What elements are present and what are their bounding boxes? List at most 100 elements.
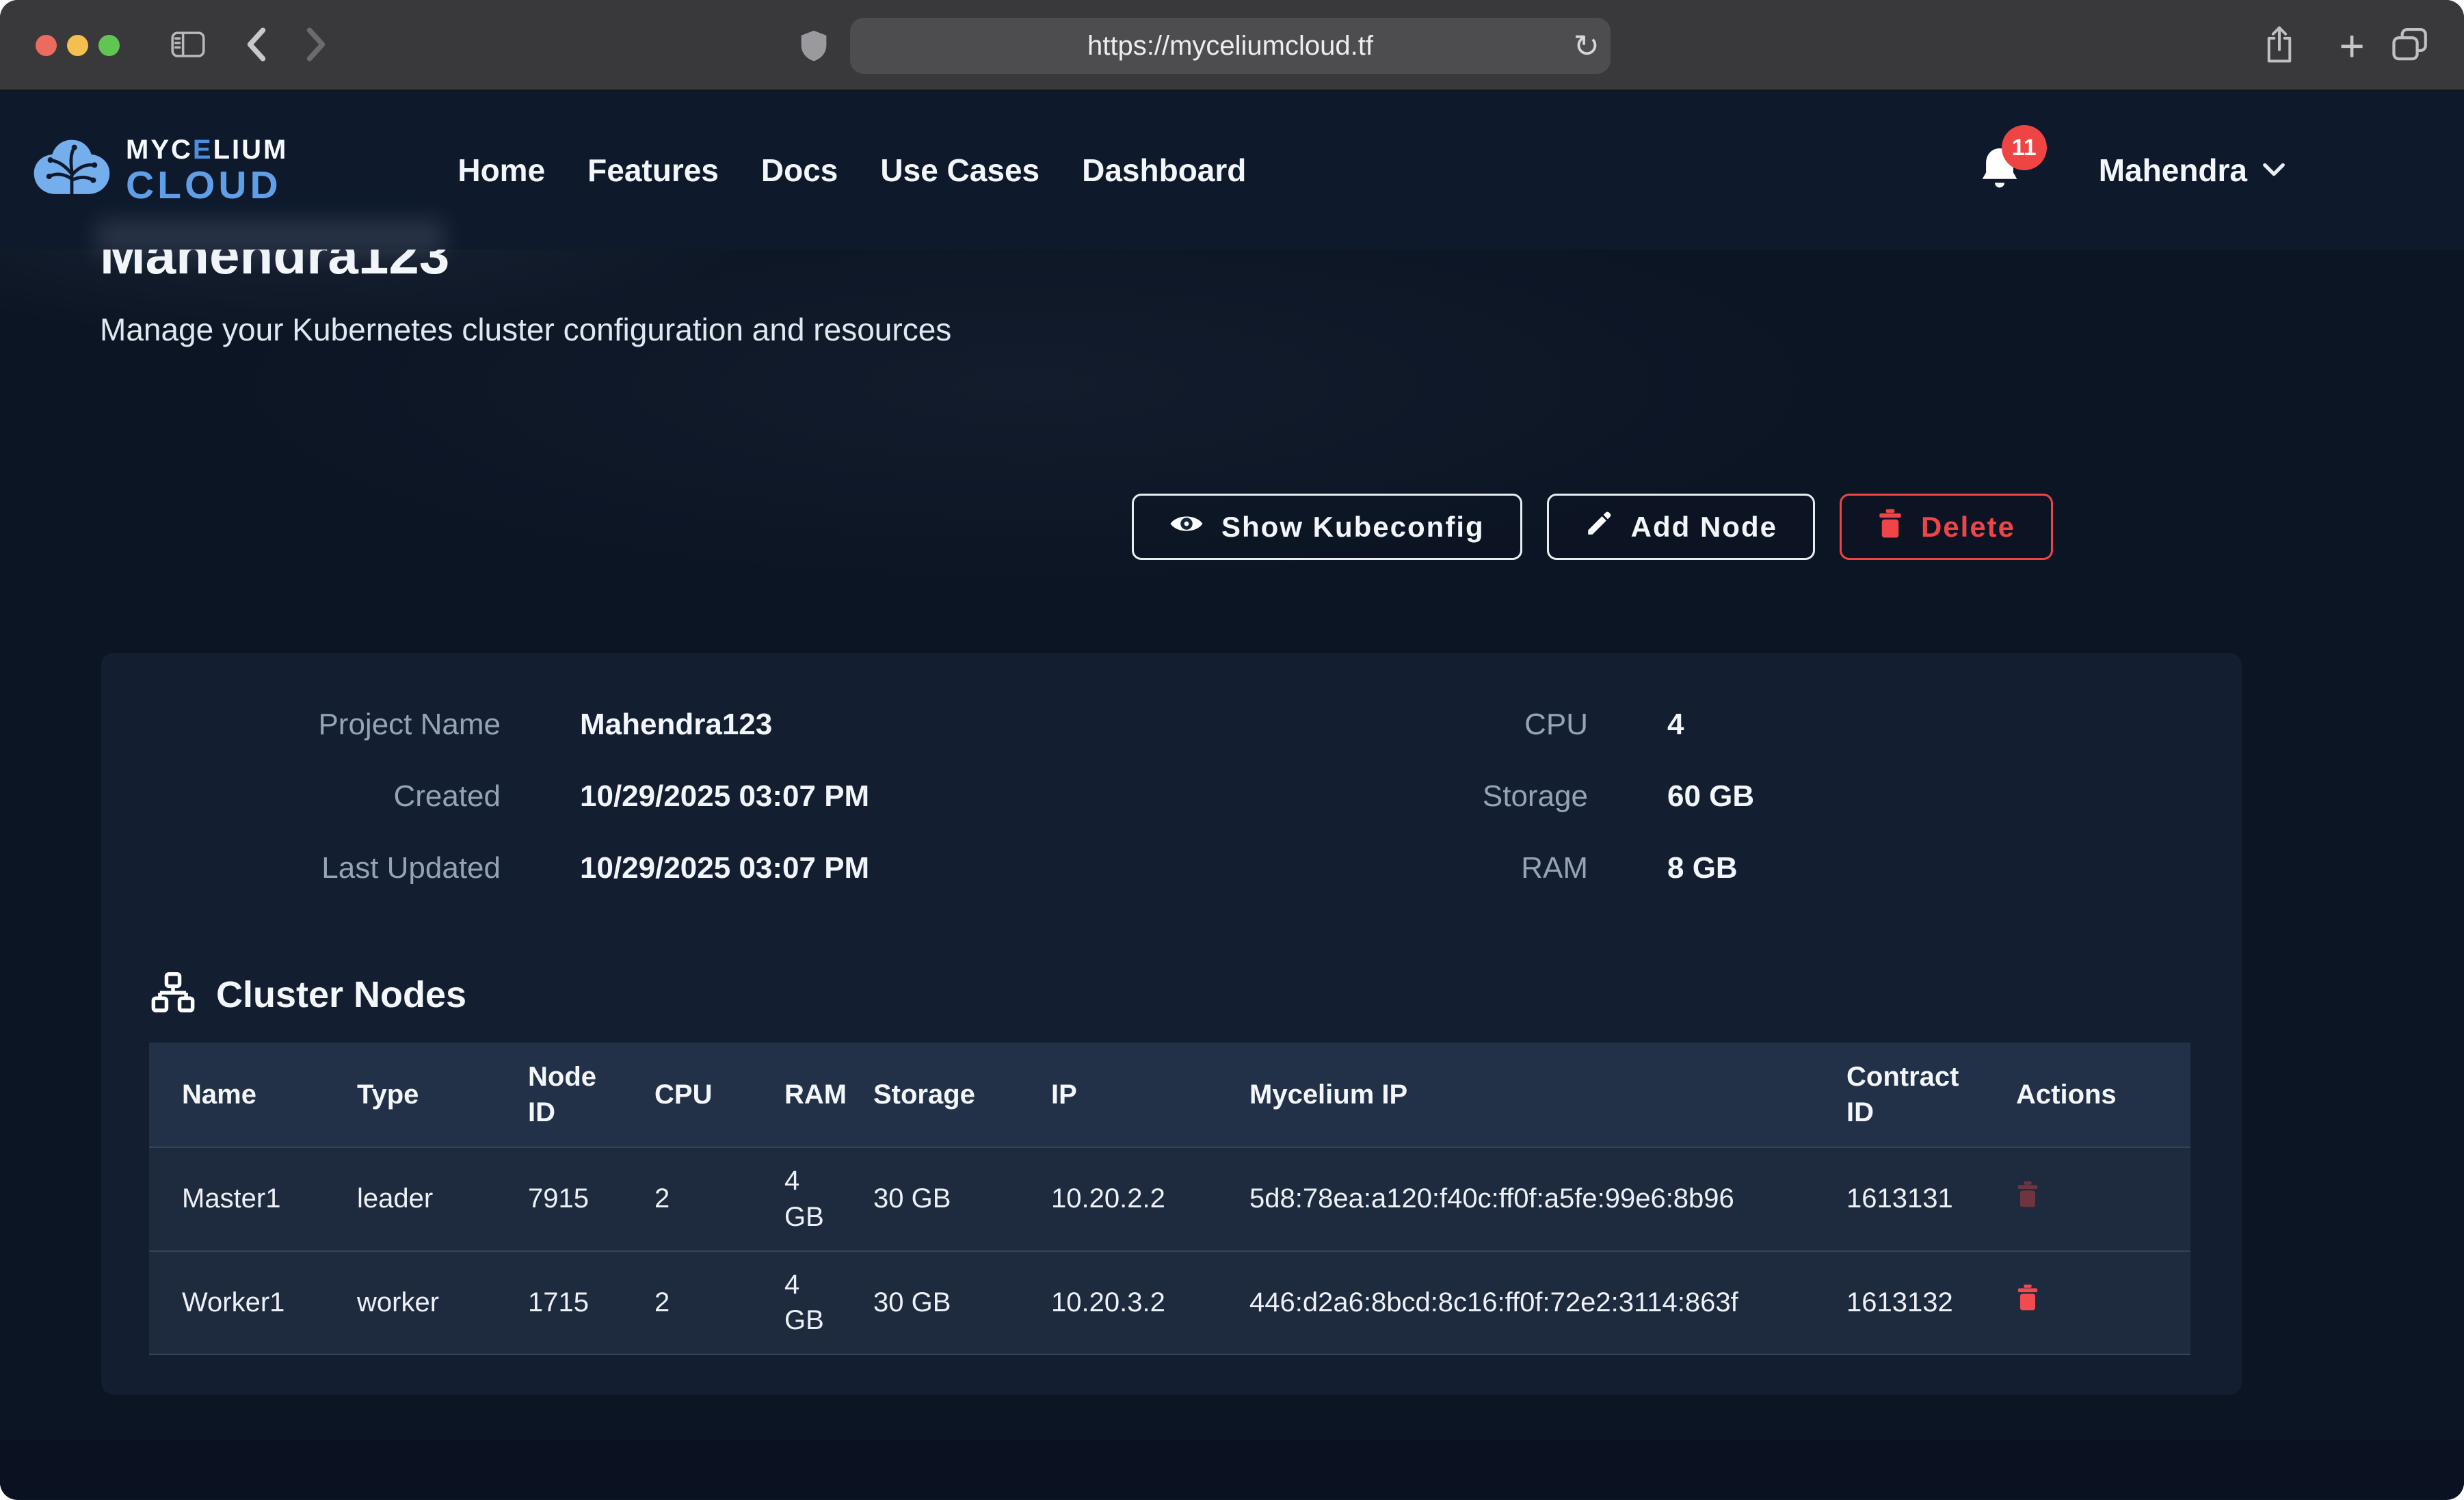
column-header-cpu: CPU [638, 1043, 768, 1147]
cell-node-id: 1715 [512, 1251, 638, 1355]
details-right-column: CPU 4 Storage 60 GB RAM 8 GB [1212, 688, 2242, 904]
forward-button[interactable] [295, 0, 336, 91]
detail-row: Last Updated 10/29/2025 03:07 PM [145, 832, 1212, 904]
brand-line1: MYCELIUM [126, 136, 288, 163]
detail-row: CPU 4 [1212, 688, 2242, 760]
column-header-ip: IP [1035, 1043, 1233, 1147]
cell-type: worker [341, 1251, 512, 1355]
detail-value: 8 GB [1667, 851, 1738, 885]
add-node-button[interactable]: Add Node [1547, 494, 1815, 560]
cluster-actions-row: Show Kubeconfig Add Node [1132, 494, 2053, 560]
cell-ram: 4 GB [768, 1147, 857, 1251]
browser-window: https://myceliumcloud.tf ↻ + [0, 0, 2464, 1500]
notification-badge: 11 [2002, 125, 2047, 170]
detail-row: Storage 60 GB [1212, 760, 2242, 832]
nav-link-use-cases[interactable]: Use Cases [880, 152, 1039, 189]
add-node-label: Add Node [1631, 511, 1777, 544]
nav-link-home[interactable]: Home [458, 152, 545, 189]
notification-bell[interactable]: 11 [1978, 146, 2022, 195]
detail-label: Project Name [145, 708, 501, 742]
cell-storage: 30 GB [857, 1251, 1035, 1355]
cluster-nodes-heading: Cluster Nodes [150, 972, 2242, 1017]
column-header-actions: Actions [2000, 1043, 2190, 1147]
chevron-right-icon [304, 27, 328, 64]
chevron-down-icon [2262, 162, 2286, 179]
page-background: Mahendra123 Manage your Kubernetes clust… [0, 91, 2464, 1499]
row-delete-button[interactable] [2016, 1181, 2039, 1210]
column-header-node-id: Node ID [512, 1043, 638, 1147]
detail-row: Created 10/29/2025 03:07 PM [145, 760, 1212, 832]
bell-icon [1978, 185, 2021, 196]
trash-icon [2016, 1303, 2039, 1313]
detail-label: CPU [1212, 708, 1588, 742]
brand-logo[interactable]: MYCELIUM CLOUD [31, 136, 288, 205]
detail-value: 10/29/2025 03:07 PM [580, 851, 869, 885]
nav-links: Home Features Docs Use Cases Dashboard [458, 152, 1246, 189]
chevron-left-icon [245, 27, 268, 64]
detail-row: Project Name Mahendra123 [145, 688, 1212, 760]
brand-line2: CLOUD [126, 166, 288, 205]
sidebar-toggle-button[interactable] [164, 0, 212, 91]
nav-link-docs[interactable]: Docs [761, 152, 838, 189]
cloud-logo-icon [31, 136, 112, 205]
share-button[interactable] [2255, 0, 2303, 91]
minimize-window-button[interactable] [67, 35, 88, 56]
column-header-mycelium-ip: Mycelium IP [1233, 1043, 1830, 1147]
detail-row: RAM 8 GB [1212, 832, 2242, 904]
site-navbar: MYCELIUM CLOUD Home Features Docs Use Ca… [0, 91, 2464, 250]
back-button[interactable] [236, 0, 277, 91]
cluster-details-card: Project Name Mahendra123 Created 10/29/2… [101, 653, 2242, 1395]
browser-chrome: https://myceliumcloud.tf ↻ + [0, 0, 2464, 91]
row-delete-button[interactable] [2016, 1284, 2039, 1313]
cell-storage: 30 GB [857, 1147, 1035, 1251]
user-menu[interactable]: Mahendra [2099, 152, 2286, 189]
site-viewport: Mahendra123 Manage your Kubernetes clust… [0, 91, 2464, 1499]
detail-label: Last Updated [145, 851, 501, 885]
privacy-shield-icon[interactable] [793, 0, 834, 91]
cell-name: Master1 [149, 1147, 341, 1251]
table-row: Worker1 worker 1715 2 4 GB 30 GB 10.20.3… [149, 1251, 2190, 1355]
cell-ip: 10.20.3.2 [1035, 1251, 1233, 1355]
show-kubeconfig-button[interactable]: Show Kubeconfig [1132, 494, 1522, 560]
trash-icon [2016, 1200, 2039, 1210]
cell-contract-id: 1613131 [1830, 1147, 2000, 1251]
cell-cpu: 2 [638, 1251, 768, 1355]
column-header-storage: Storage [857, 1043, 1035, 1147]
tab-overview-icon [2392, 27, 2428, 64]
cell-name: Worker1 [149, 1251, 341, 1355]
detail-label: Storage [1212, 779, 1588, 814]
column-header-type: Type [341, 1043, 512, 1147]
close-window-button[interactable] [36, 35, 57, 56]
column-header-name: Name [149, 1043, 341, 1147]
cell-cpu: 2 [638, 1147, 768, 1251]
detail-label: Created [145, 779, 501, 814]
cell-ip: 10.20.2.2 [1035, 1147, 1233, 1251]
network-icon [150, 972, 196, 1017]
detail-value: Mahendra123 [580, 708, 772, 742]
details-grid: Project Name Mahendra123 Created 10/29/2… [101, 653, 2242, 904]
traffic-lights [36, 35, 120, 56]
refresh-icon[interactable]: ↻ [1573, 18, 1600, 74]
pencil-icon [1585, 509, 1613, 545]
share-icon [2264, 25, 2295, 66]
brand-text: MYCELIUM CLOUD [126, 136, 288, 205]
user-name: Mahendra [2099, 152, 2247, 189]
tab-overview-button[interactable] [2384, 0, 2436, 91]
cell-mycelium-ip: 5d8:78ea:a120:f40c:ff0f:a5fe:99e6:8b96 [1233, 1147, 1830, 1251]
footer-strip [0, 1440, 2464, 1499]
sidebar-toggle-icon [171, 31, 205, 60]
nav-link-features[interactable]: Features [587, 152, 719, 189]
delete-cluster-button[interactable]: Delete [1840, 494, 2053, 560]
show-kubeconfig-label: Show Kubeconfig [1221, 511, 1485, 544]
detail-value: 60 GB [1667, 779, 1754, 814]
eye-icon [1169, 511, 1204, 544]
zoom-window-button[interactable] [98, 35, 120, 56]
cell-ram: 4 GB [768, 1251, 857, 1355]
url-bar[interactable]: https://myceliumcloud.tf ↻ [850, 18, 1611, 74]
cell-actions [2000, 1251, 2190, 1355]
new-tab-button[interactable]: + [2328, 0, 2376, 91]
nav-link-dashboard[interactable]: Dashboard [1082, 152, 1246, 189]
details-left-column: Project Name Mahendra123 Created 10/29/2… [145, 688, 1212, 904]
delete-label: Delete [1921, 511, 2015, 544]
cell-type: leader [341, 1147, 512, 1251]
